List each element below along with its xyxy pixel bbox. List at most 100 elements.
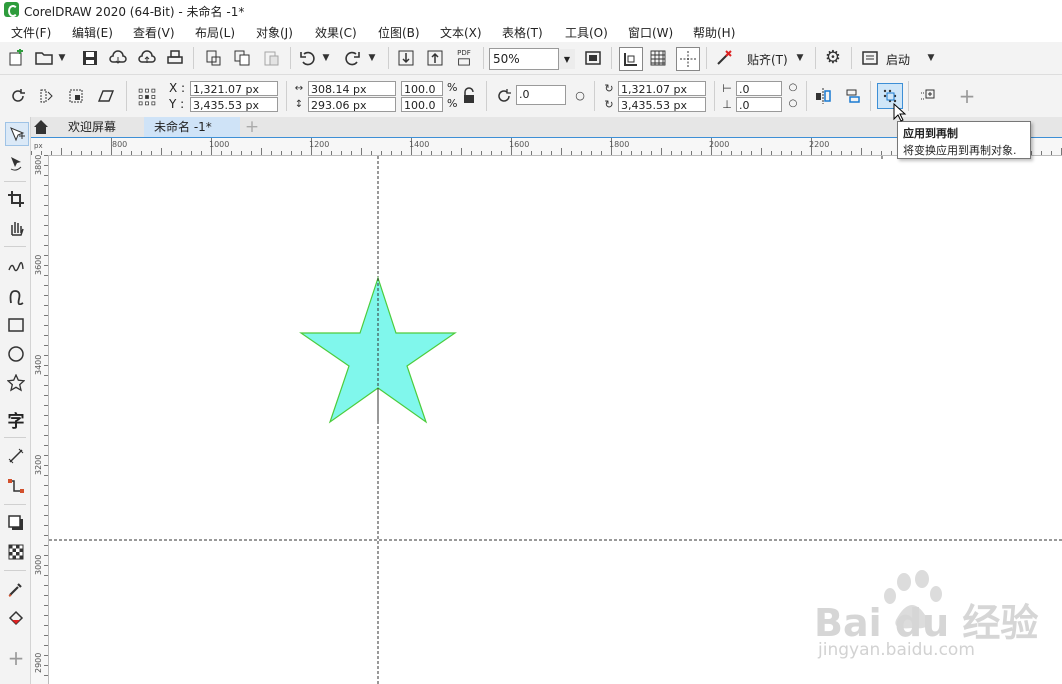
text-tool-icon[interactable]: 字 <box>5 408 27 432</box>
reflect-object-icon[interactable] <box>36 86 56 106</box>
open-folder-icon[interactable] <box>34 48 54 68</box>
add-tool-plus-icon[interactable]: + <box>5 646 27 670</box>
scale-height-unit: % <box>447 97 458 110</box>
connector-tool-icon[interactable] <box>5 475 27 497</box>
copy-icon[interactable] <box>232 48 252 68</box>
pan-tool-icon[interactable] <box>5 217 27 239</box>
tab-welcome-screen[interactable]: 欢迎屏幕 <box>58 117 126 137</box>
new-tab-plus-icon[interactable]: + <box>242 117 262 137</box>
rotation-center-y-input[interactable]: 3,435.53 px <box>618 97 706 112</box>
menu-object[interactable]: 对象(J) <box>256 24 293 41</box>
skew-object-icon[interactable] <box>96 86 116 106</box>
ruler-h-label: 1800 <box>609 140 630 149</box>
snap-off-icon[interactable] <box>714 48 734 68</box>
menu-file[interactable]: 文件(F) <box>11 24 51 41</box>
options-gear-icon[interactable]: ⚙ <box>823 48 843 68</box>
tooltip-description: 将变换应用到再制对象. <box>903 144 1017 157</box>
distribute-icon[interactable] <box>843 86 863 106</box>
artistic-media-tool-icon[interactable] <box>5 285 27 307</box>
export-pdf-icon[interactable]: PDF <box>454 48 474 68</box>
home-icon[interactable] <box>32 118 50 136</box>
print-icon[interactable] <box>165 48 185 68</box>
undo-dropdown-icon[interactable]: ▼ <box>320 48 332 68</box>
zoom-level-input[interactable]: 50% <box>489 48 559 70</box>
ruler-h-label: 800 <box>112 140 128 149</box>
height-input[interactable]: 293.06 px <box>308 97 396 112</box>
save-icon[interactable] <box>80 48 100 68</box>
menu-bitmap[interactable]: 位图(B) <box>378 24 420 41</box>
scale-object-icon[interactable] <box>66 86 86 106</box>
cloud-download-icon[interactable] <box>108 48 128 68</box>
export-icon[interactable] <box>425 48 445 68</box>
tab-untitled-document[interactable]: 未命名 -1* <box>144 117 240 137</box>
reference-point-icon[interactable] <box>135 85 159 109</box>
rotation-angle-input[interactable]: .0 <box>516 85 566 105</box>
ruler-h-label: 1400 <box>409 140 430 149</box>
ruler-h-label: 1600 <box>509 140 530 149</box>
crop-tool-icon[interactable] <box>5 188 27 210</box>
skew-horizontal-input[interactable]: .0 <box>736 81 782 96</box>
redo-dropdown-icon[interactable]: ▼ <box>366 48 378 68</box>
rectangle-tool-icon[interactable] <box>5 314 27 336</box>
redo-icon[interactable] <box>342 48 362 68</box>
ellipse-tool-icon[interactable] <box>5 343 27 365</box>
snap-dropdown-icon[interactable]: ▼ <box>794 48 806 68</box>
menu-table[interactable]: 表格(T) <box>502 24 543 41</box>
scale-width-input[interactable]: 100.0 <box>401 81 443 96</box>
skew-vertical-input[interactable]: .0 <box>736 97 782 112</box>
launch-icon[interactable] <box>860 48 880 68</box>
ruler-h-label: 2000 <box>709 140 730 149</box>
menu-help[interactable]: 帮助(H) <box>693 24 735 41</box>
transparency-tool-icon[interactable] <box>5 541 27 563</box>
relative-position-icon[interactable] <box>813 86 833 106</box>
drop-shadow-tool-icon[interactable] <box>5 512 27 534</box>
undo-icon[interactable] <box>298 48 318 68</box>
grid-toggle-icon[interactable] <box>648 48 668 68</box>
new-document-icon[interactable] <box>6 48 26 68</box>
ruler-h-label: 2200 <box>809 140 830 149</box>
skew-h-radio-icon[interactable]: ○ <box>786 80 800 95</box>
scale-height-input[interactable]: 100.0 <box>401 97 443 112</box>
shape-tool-icon[interactable] <box>5 153 27 175</box>
menu-text[interactable]: 文本(X) <box>440 24 482 41</box>
y-position-input[interactable]: 3,435.53 px <box>190 97 278 112</box>
rotate-object-icon[interactable] <box>8 86 28 106</box>
mouse-cursor-icon <box>893 103 907 122</box>
import-icon[interactable] <box>396 48 416 68</box>
lock-ratio-icon[interactable] <box>462 87 476 104</box>
polygon-star-tool-icon[interactable] <box>5 372 27 394</box>
y-label: Y : <box>169 97 185 111</box>
rotation-center-radio-icon[interactable]: ○ <box>573 85 587 105</box>
x-position-input[interactable]: 1,321.07 px <box>190 81 278 96</box>
width-input[interactable]: 308.14 px <box>308 81 396 96</box>
full-screen-icon[interactable] <box>583 48 603 68</box>
pick-tool-icon[interactable] <box>5 122 29 146</box>
coreldraw-logo-icon <box>4 2 19 17</box>
menu-view[interactable]: 查看(V) <box>133 24 175 41</box>
cut-icon[interactable] <box>203 48 223 68</box>
snap-to-label[interactable]: 贴齐(T) <box>747 51 788 68</box>
cloud-upload-icon[interactable] <box>137 48 157 68</box>
paste-icon[interactable] <box>261 48 281 68</box>
launch-dropdown-icon[interactable]: ▼ <box>925 48 937 68</box>
menu-edit[interactable]: 编辑(E) <box>72 24 113 41</box>
menu-tools[interactable]: 工具(O) <box>565 24 608 41</box>
guidelines-toggle-icon[interactable] <box>676 47 700 71</box>
ruler-h-label: 1000 <box>209 140 230 149</box>
vertical-ruler[interactable]: 3800 3600 3400 3200 3000 2900 <box>31 155 49 684</box>
menu-effects[interactable]: 效果(C) <box>315 24 357 41</box>
rulers-toggle-icon[interactable] <box>619 47 643 71</box>
launch-label[interactable]: 启动 <box>886 51 910 68</box>
add-duplicate-icon[interactable] <box>918 86 938 106</box>
add-toolbar-icon[interactable]: + <box>957 86 977 106</box>
menu-window[interactable]: 窗口(W) <box>628 24 673 41</box>
eyedropper-tool-icon[interactable] <box>5 578 27 600</box>
open-dropdown-icon[interactable]: ▼ <box>56 48 68 68</box>
rotation-center-x-input[interactable]: 1,321.07 px <box>618 81 706 96</box>
freehand-tool-icon[interactable] <box>5 254 27 276</box>
interactive-fill-tool-icon[interactable] <box>5 607 27 629</box>
parallel-dimension-tool-icon[interactable] <box>5 445 27 467</box>
menu-layout[interactable]: 布局(L) <box>195 24 235 41</box>
zoom-dropdown-icon[interactable]: ▼ <box>558 49 575 69</box>
skew-v-radio-icon[interactable]: ○ <box>786 96 800 111</box>
